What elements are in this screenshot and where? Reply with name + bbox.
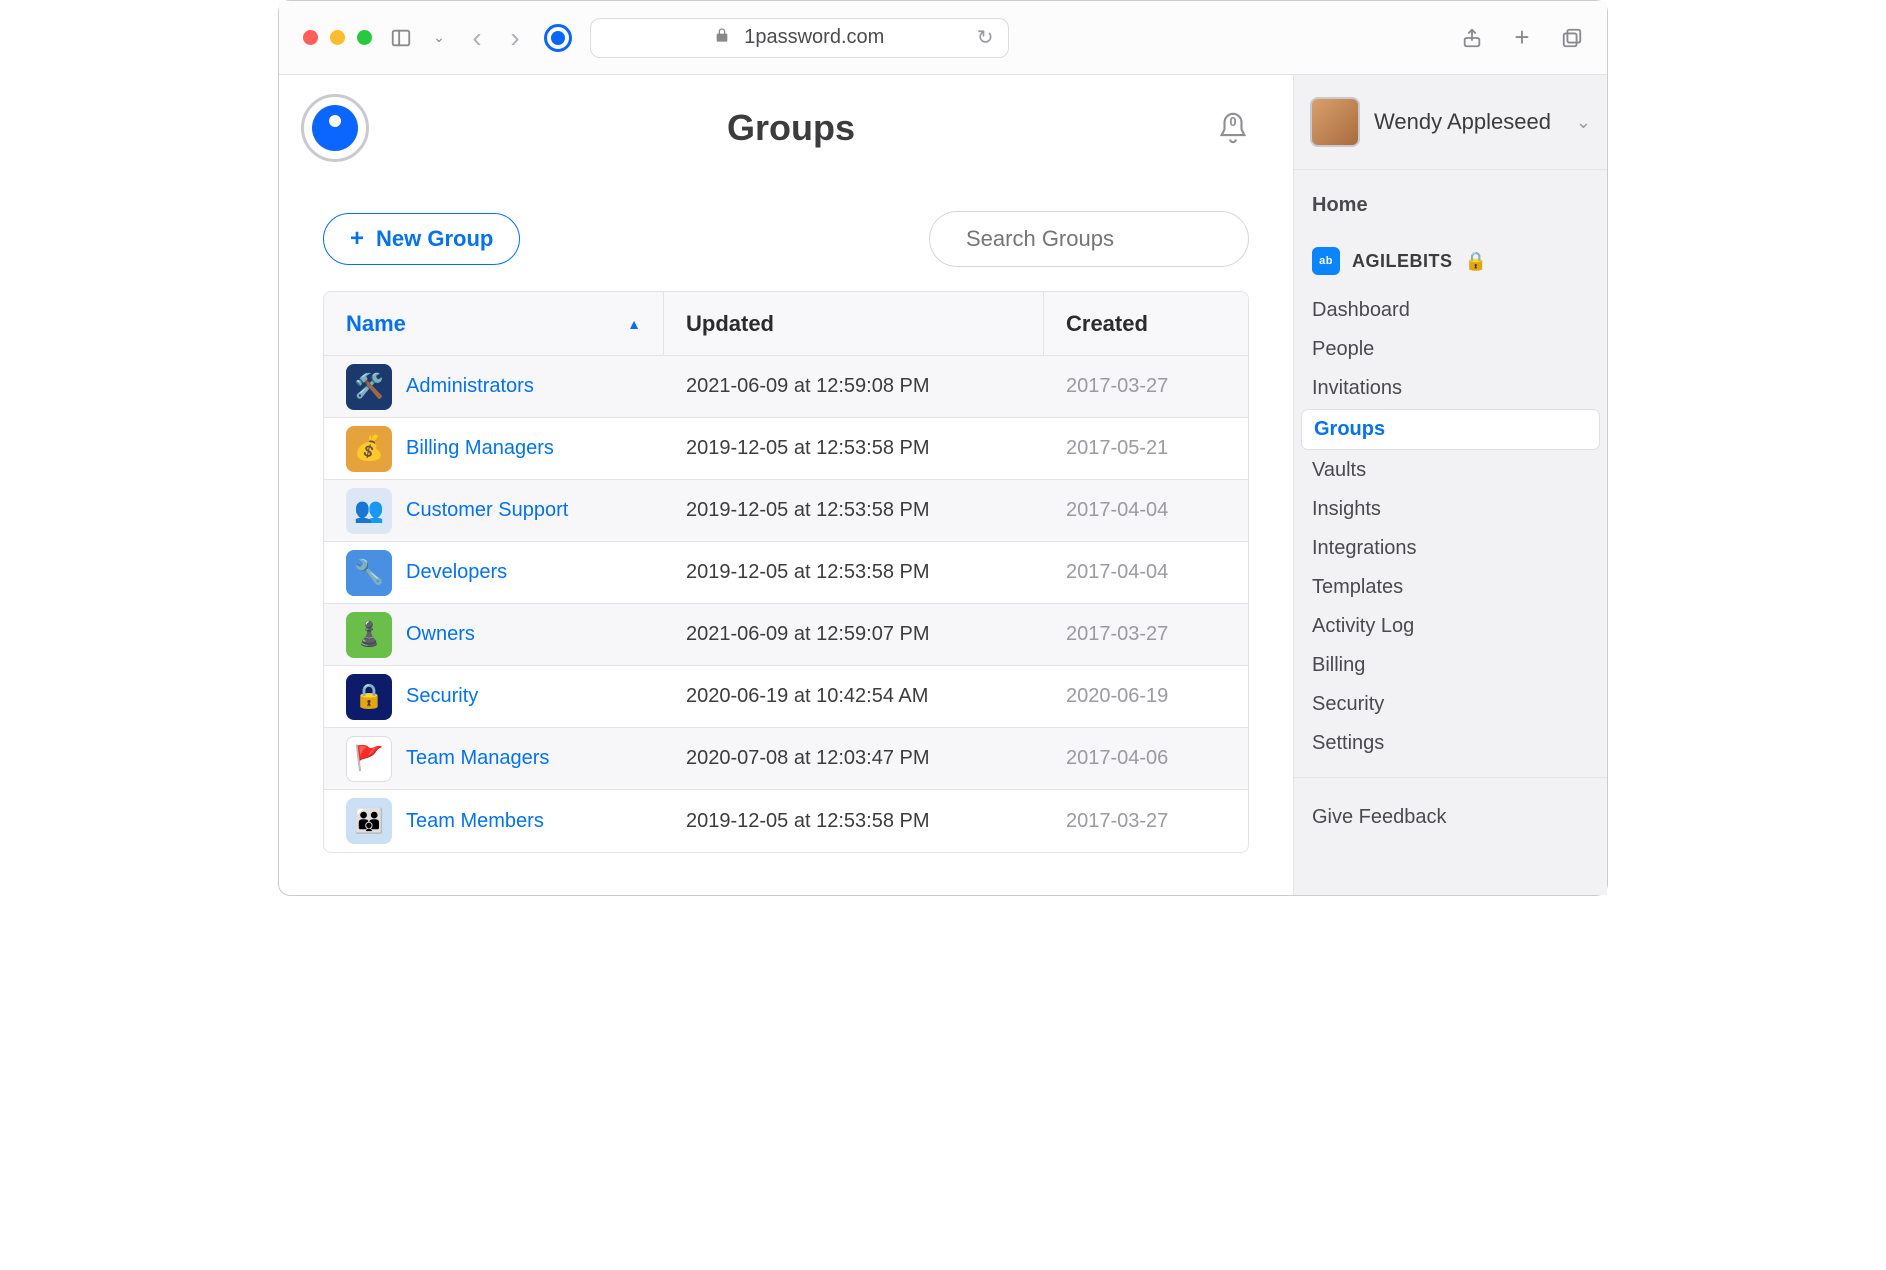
sidebar-item-groups[interactable]: Groups (1302, 410, 1599, 449)
share-icon[interactable] (1461, 27, 1483, 49)
url-bar[interactable]: 1password.com ↻ (590, 18, 1009, 58)
search-input[interactable] (964, 225, 1256, 253)
group-icon: 👥 (346, 488, 392, 534)
group-created: 2020-06-19 (1044, 685, 1248, 708)
avatar (1310, 97, 1360, 147)
sidebar-item-invitations[interactable]: Invitations (1294, 369, 1607, 408)
back-button[interactable]: ‹ (466, 27, 488, 49)
chevron-down-icon: ⌄ (1576, 112, 1591, 133)
group-name: Team Managers (406, 747, 549, 770)
user-name: Wendy Appleseed (1374, 109, 1562, 135)
groups-table: Name ▲ Updated Created 🛠️ Administrators 2… (323, 291, 1249, 853)
table-row[interactable]: 🚩 Team Managers 2020-07-08 at 12:03:47 PM2… (324, 728, 1248, 790)
lock-icon: 🔒 (1465, 251, 1488, 272)
sidebar-item-activity-log[interactable]: Activity Log (1294, 607, 1607, 646)
minimize-window-button[interactable] (330, 30, 345, 45)
table-row[interactable]: 👪 Team Members 2019-12-05 at 12:53:58 PM20… (324, 790, 1248, 852)
group-icon: 🚩 (346, 736, 392, 782)
sidebar-toggle-icon[interactable] (390, 27, 412, 49)
new-tab-icon[interactable]: + (1511, 27, 1533, 49)
company-icon: ab (1312, 247, 1340, 275)
notifications-button[interactable]: 0 (1213, 108, 1253, 148)
sidebar-company[interactable]: ab AGILEBITS 🔒 (1294, 239, 1607, 283)
column-created[interactable]: Created (1044, 292, 1248, 355)
table-row[interactable]: 🔒 Security 2020-06-19 at 10:42:54 AM2020-0… (324, 666, 1248, 728)
group-name: Administrators (406, 375, 534, 398)
plus-icon: + (350, 227, 364, 251)
chevron-down-icon[interactable]: ⌄ (428, 27, 450, 49)
group-icon: 🔒 (346, 674, 392, 720)
app-logo[interactable] (301, 94, 369, 162)
table-header: Name ▲ Updated Created (324, 292, 1248, 356)
sidebar-item-people[interactable]: People (1294, 330, 1607, 369)
column-updated[interactable]: Updated (664, 292, 1044, 355)
sidebar: Wendy Appleseed ⌄ Home ab AGILEBITS 🔒 Da… (1293, 75, 1607, 895)
page-title: Groups (369, 107, 1213, 149)
group-created: 2017-04-04 (1044, 499, 1248, 522)
group-icon: ♟️ (346, 612, 392, 658)
sidebar-item-insights[interactable]: Insights (1294, 490, 1607, 529)
group-updated: 2021-06-09 at 12:59:08 PM (664, 375, 1044, 398)
group-icon: 👪 (346, 798, 392, 844)
group-updated: 2019-12-05 at 12:53:58 PM (664, 499, 1044, 522)
traffic-lights (303, 30, 372, 45)
close-window-button[interactable] (303, 30, 318, 45)
group-icon: 💰 (346, 426, 392, 472)
group-name: Team Members (406, 810, 544, 833)
url-text: 1password.com (744, 26, 884, 49)
sidebar-item-integrations[interactable]: Integrations (1294, 529, 1607, 568)
sort-asc-icon: ▲ (627, 316, 641, 332)
search-box[interactable] (929, 211, 1249, 267)
column-name[interactable]: Name ▲ (324, 292, 664, 355)
group-name: Billing Managers (406, 437, 554, 460)
group-name: Security (406, 685, 478, 708)
group-created: 2017-04-06 (1044, 747, 1248, 770)
group-created: 2017-03-27 (1044, 623, 1248, 646)
forward-button[interactable]: › (504, 27, 526, 49)
notification-count: 0 (1229, 114, 1236, 129)
lock-icon (714, 26, 730, 49)
group-updated: 2020-06-19 at 10:42:54 AM (664, 685, 1044, 708)
sidebar-nav: Home ab AGILEBITS 🔒 DashboardPeopleInvit… (1294, 170, 1607, 859)
sidebar-item-home[interactable]: Home (1294, 186, 1607, 225)
new-group-label: New Group (376, 226, 493, 252)
user-menu[interactable]: Wendy Appleseed ⌄ (1294, 75, 1607, 170)
sidebar-item-billing[interactable]: Billing (1294, 646, 1607, 685)
group-created: 2017-03-27 (1044, 375, 1248, 398)
browser-chrome: ⌄ ‹ › 1password.com ↻ + (279, 1, 1607, 75)
group-created: 2017-05-21 (1044, 437, 1248, 460)
table-row[interactable]: 🔧 Developers 2019-12-05 at 12:53:58 PM2017… (324, 542, 1248, 604)
table-row[interactable]: ♟️ Owners 2021-06-09 at 12:59:07 PM2017-03… (324, 604, 1248, 666)
group-updated: 2019-12-05 at 12:53:58 PM (664, 561, 1044, 584)
group-name: Customer Support (406, 499, 568, 522)
table-row[interactable]: 🛠️ Administrators 2021-06-09 at 12:59:08 P… (324, 356, 1248, 418)
group-updated: 2019-12-05 at 12:53:58 PM (664, 810, 1044, 833)
table-row[interactable]: 👥 Customer Support 2019-12-05 at 12:53:58 … (324, 480, 1248, 542)
group-name: Owners (406, 623, 475, 646)
group-created: 2017-04-04 (1044, 561, 1248, 584)
group-icon: 🛠️ (346, 364, 392, 410)
sidebar-item-settings[interactable]: Settings (1294, 724, 1607, 763)
group-created: 2017-03-27 (1044, 810, 1248, 833)
table-row[interactable]: 💰 Billing Managers 2019-12-05 at 12:53:58 … (324, 418, 1248, 480)
group-icon: 🔧 (346, 550, 392, 596)
sidebar-item-dashboard[interactable]: Dashboard (1294, 291, 1607, 330)
group-updated: 2020-07-08 at 12:03:47 PM (664, 747, 1044, 770)
tabs-overview-icon[interactable] (1561, 27, 1583, 49)
reload-icon[interactable]: ↻ (977, 25, 994, 50)
sidebar-item-security[interactable]: Security (1294, 685, 1607, 724)
app-header: Groups 0 (279, 75, 1293, 181)
sidebar-item-vaults[interactable]: Vaults (1294, 451, 1607, 490)
sidebar-item-templates[interactable]: Templates (1294, 568, 1607, 607)
new-group-button[interactable]: + New Group (323, 213, 520, 265)
site-favicon (544, 24, 572, 52)
sidebar-item-feedback[interactable]: Give Feedback (1294, 792, 1607, 843)
group-updated: 2019-12-05 at 12:53:58 PM (664, 437, 1044, 460)
group-updated: 2021-06-09 at 12:59:07 PM (664, 623, 1044, 646)
group-name: Developers (406, 561, 507, 584)
zoom-window-button[interactable] (357, 30, 372, 45)
